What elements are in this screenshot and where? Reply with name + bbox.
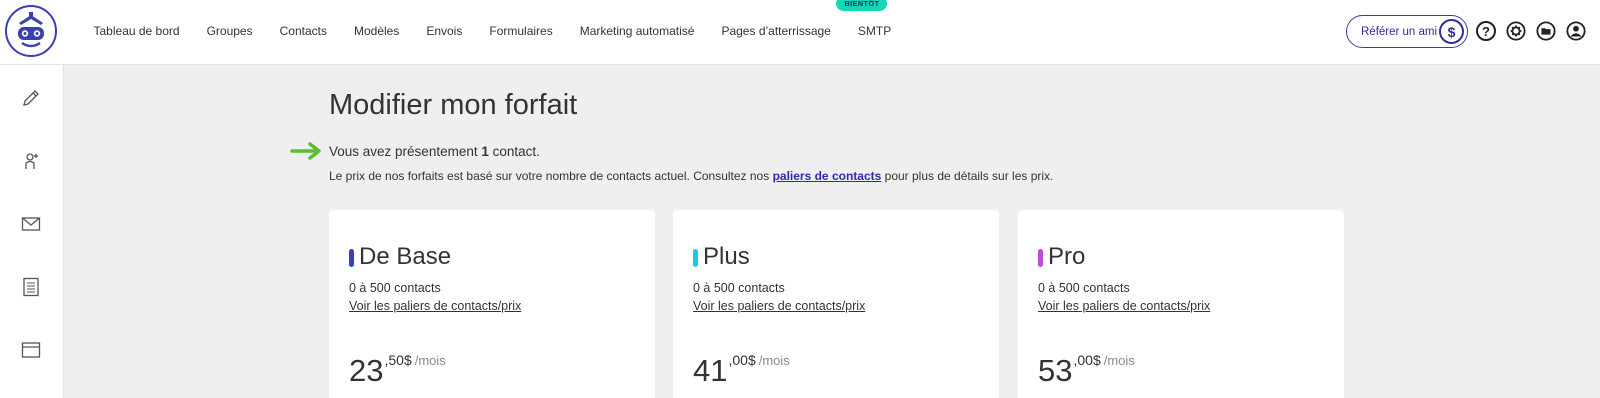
pencil-icon[interactable] [20, 87, 42, 109]
contact-count: 1 [481, 144, 489, 159]
robot-logo-icon [10, 10, 52, 52]
plan-card-pro[interactable]: Pro 0 à 500 contacts Voir les paliers de… [1018, 210, 1344, 398]
help-icon[interactable]: ? [1476, 21, 1496, 41]
nav-item-smtp[interactable]: BIENTÔT SMTP [836, 0, 904, 38]
plan-color-bar [693, 249, 698, 267]
nav-item-forms[interactable]: Formulaires [476, 24, 566, 38]
plan-price: 23 ,50$ /mois [349, 352, 446, 388]
plan-name: Pro [1048, 243, 1086, 270]
top-bar: Tableau de bord Groupes Contacts Modèles… [0, 0, 1600, 65]
plan-card-base[interactable]: De Base 0 à 500 contacts Voir les palier… [329, 210, 655, 398]
landing-page-icon[interactable] [20, 339, 42, 361]
nav-item-dashboard[interactable]: Tableau de bord [80, 24, 193, 38]
envelope-icon[interactable] [20, 213, 42, 235]
add-contact-icon[interactable] [20, 150, 42, 172]
logo[interactable] [5, 5, 57, 57]
pricing-info-text: Le prix de nos forfaits est basé sur vot… [329, 169, 1054, 183]
contact-tiers-link[interactable]: paliers de contacts [773, 169, 882, 183]
nav-item-automation[interactable]: Marketing automatisé [566, 24, 708, 38]
plan-color-bar [1038, 249, 1043, 267]
form-icon[interactable] [20, 276, 42, 298]
nav-item-landing-pages[interactable]: Pages d’atterrissage [708, 24, 844, 38]
plan-color-bar [349, 249, 354, 267]
plan-price: 41 ,00$ /mois [693, 352, 790, 388]
main-nav: Tableau de bord Groupes Contacts Modèles… [80, 0, 905, 62]
sidebar [0, 65, 64, 398]
plan-contact-range: 0 à 500 contacts [1038, 281, 1130, 295]
folder-icon[interactable] [1536, 21, 1556, 41]
refer-friend-button[interactable]: Référer un ami $ [1346, 15, 1468, 48]
nav-item-contacts[interactable]: Contacts [266, 24, 340, 38]
plan-card-plus[interactable]: Plus 0 à 500 contacts Voir les paliers d… [673, 210, 999, 398]
dollar-icon: $ [1439, 19, 1464, 44]
contact-count-text: Vous avez présentement 1 contact. [329, 144, 540, 159]
plan-contact-range: 0 à 500 contacts [349, 281, 441, 295]
nav-item-templates[interactable]: Modèles [340, 24, 412, 38]
plan-tiers-link[interactable]: Voir les paliers de contacts/prix [349, 299, 521, 313]
plan-price: 53 ,00$ /mois [1038, 352, 1135, 388]
arrow-right-icon [290, 142, 321, 160]
page-title: Modifier mon forfait [329, 89, 578, 121]
settings-gear-icon[interactable] [1506, 21, 1526, 41]
plan-name: De Base [359, 243, 452, 270]
user-account-icon[interactable] [1566, 21, 1586, 41]
coming-soon-badge: BIENTÔT [836, 0, 888, 11]
nav-item-sends[interactable]: Envois [413, 24, 476, 38]
nav-item-groups[interactable]: Groupes [193, 24, 266, 38]
plan-tiers-link[interactable]: Voir les paliers de contacts/prix [1038, 299, 1210, 313]
refer-friend-label: Référer un ami [1361, 25, 1438, 38]
plan-name: Plus [703, 243, 750, 270]
plan-contact-range: 0 à 500 contacts [693, 281, 785, 295]
plan-tiers-link[interactable]: Voir les paliers de contacts/prix [693, 299, 865, 313]
